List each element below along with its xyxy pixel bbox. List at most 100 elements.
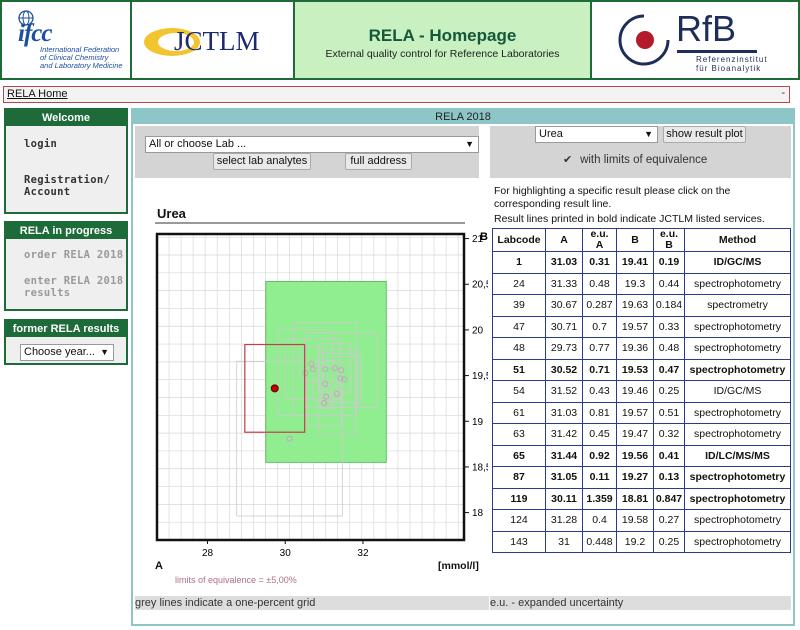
table-cell: 48 (492, 337, 546, 360)
table-row[interactable]: 119 30.11 1.359 18.81 0.847 spectrophotometry (492, 487, 791, 510)
full-address-button[interactable]: full address (345, 153, 412, 170)
table-row[interactable]: 47 30.71 0.7 19.57 0.33 spectrophotometry (492, 315, 791, 338)
table-cell: 0.92 (582, 444, 617, 467)
page-subtitle: External quality control for Reference L… (325, 48, 560, 60)
table-cell: 0.51 (653, 401, 685, 424)
table-cell: 0.43 (582, 380, 617, 403)
table-header-row: Labcode A e.u. A B e.u. B Method (492, 228, 791, 252)
col-method: Method (684, 228, 791, 252)
table-row[interactable]: 65 31.44 0.92 19.56 0.41 ID/LC/MS/MS (492, 444, 791, 467)
table-cell: 0.25 (653, 530, 685, 553)
ifcc-wordmark: ifcc (18, 20, 52, 47)
breadcrumb: RELA Home - (3, 86, 790, 103)
equivalence-note: limits of equivalence = ±5,00% (175, 575, 297, 585)
table-cell: 63 (492, 423, 546, 446)
table-cell: 1 (492, 251, 546, 274)
info-line: Result lines printed in bold indicate JC… (494, 213, 765, 225)
jctlm-logo[interactable]: JCTLM (132, 2, 295, 78)
table-cell: 0.25 (653, 380, 685, 403)
table-cell: spectrophotometry (684, 358, 791, 381)
table-cell: spectrophotometry (684, 530, 791, 553)
table-row[interactable]: 1 31.03 0.31 19.41 0.19 ID/GC/MS (492, 251, 791, 274)
table-cell: 65 (492, 444, 546, 467)
y-tick-label: 18 (472, 508, 484, 519)
table-row[interactable]: 124 31.28 0.4 19.58 0.27 spectrophotometry (492, 509, 791, 532)
table-row[interactable]: 24 31.33 0.48 19.3 0.44 spectrophotometry (492, 272, 791, 295)
table-cell: 0.448 (582, 530, 617, 553)
table-cell: 19.2 (616, 530, 654, 553)
rela-progress-panel: RELA in progress order RELA 2018 enter R… (4, 221, 128, 311)
table-cell: 143 (492, 530, 546, 553)
year-select-value: Choose year... (24, 346, 95, 358)
former-results-panel: former RELA results Choose year... ▼ (4, 319, 128, 365)
table-cell: 39 (492, 294, 546, 317)
table-cell: 19.47 (616, 423, 654, 446)
registration-link[interactable]: Registration/ Account (6, 174, 126, 198)
title-block: RELA - Homepage External quality control… (295, 2, 592, 78)
limits-checkbox-row[interactable]: ✔ with limits of equivalence (563, 154, 707, 166)
table-row[interactable]: 39 30.67 0.287 19.63 0.184 spectrometry (492, 294, 791, 317)
table-cell: 0.33 (653, 315, 685, 338)
enter-results-link[interactable]: enter RELA 2018 results (6, 275, 126, 299)
results-table: Labcode A e.u. A B e.u. B Method 1 31.03 0… (492, 228, 791, 553)
table-row[interactable]: 48 29.73 0.77 19.36 0.48 spectrophotometry (492, 337, 791, 360)
table-cell: 19.41 (616, 251, 654, 274)
show-result-plot-button[interactable]: show result plot (663, 126, 746, 143)
rela-home-link[interactable]: RELA Home (7, 88, 68, 100)
order-rela-link[interactable]: order RELA 2018 (24, 249, 126, 261)
select-lab-analytes-button[interactable]: select lab analytes (213, 153, 311, 170)
col-eu-b: e.u. B (653, 228, 685, 252)
table-cell: 30.11 (545, 487, 583, 510)
x-tick-label: 30 (280, 548, 292, 559)
rfb-logo[interactable]: RfB Referenzinstitut für Bioanalytik (592, 2, 798, 78)
result-plot[interactable]: 2830321818,51919,52020,521B (133, 222, 488, 582)
welcome-panel: Welcome login Registration/ Account (4, 108, 128, 214)
table-cell: 19.46 (616, 380, 654, 403)
table-cell: 0.81 (582, 401, 617, 424)
table-cell: 0.31 (582, 251, 617, 274)
table-row[interactable]: 51 30.52 0.71 19.53 0.47 spectrophotometry (492, 358, 791, 381)
col-b: B (616, 228, 654, 252)
table-row[interactable]: 63 31.42 0.45 19.47 0.32 spectrophotometry (492, 423, 791, 446)
breadcrumb-collapse[interactable]: - (781, 87, 785, 99)
table-row[interactable]: 54 31.52 0.43 19.46 0.25 ID/GC/MS (492, 380, 791, 403)
table-row[interactable]: 143 31 0.448 19.2 0.25 spectrophotometry (492, 530, 791, 553)
lab-select[interactable]: All or choose Lab ... ▼ (145, 136, 479, 153)
table-row[interactable]: 61 31.03 0.81 19.57 0.51 spectrophotometry (492, 401, 791, 424)
year-select[interactable]: Choose year... ▼ (20, 344, 114, 361)
x-axis-label: A (155, 560, 163, 572)
table-cell: 0.27 (653, 509, 685, 532)
table-cell: 119 (492, 487, 546, 510)
table-cell: 29.73 (545, 337, 583, 360)
table-row[interactable]: 87 31.05 0.11 19.27 0.13 spectrophotometry (492, 466, 791, 489)
table-cell: 0.48 (582, 272, 617, 295)
table-cell: 31.44 (545, 444, 583, 467)
table-cell: 31.03 (545, 251, 583, 274)
analyte-select[interactable]: Urea ▼ (535, 126, 658, 143)
y-tick-label: 19,5 (472, 371, 488, 382)
table-cell: spectrometry (684, 294, 791, 317)
enter-results-line: enter RELA 2018 (24, 275, 124, 287)
table-cell: 31.42 (545, 423, 583, 446)
rfb-wordmark: RfB (676, 8, 737, 49)
table-cell: 61 (492, 401, 546, 424)
welcome-heading: Welcome (6, 110, 126, 126)
info-line: corresponding result line. (494, 197, 612, 210)
page-header: ifcc International Federation of Clinica… (0, 0, 800, 80)
table-cell: 30.71 (545, 315, 583, 338)
checkbox-checked-icon[interactable]: ✔ (563, 155, 573, 166)
x-tick-label: 32 (357, 548, 369, 559)
limits-checkbox-label: with limits of equivalence (580, 154, 708, 166)
table-cell: spectrophotometry (684, 337, 791, 360)
table-cell: 19.53 (616, 358, 654, 381)
chevron-down-icon: ▼ (644, 129, 653, 139)
table-cell: spectrophotometry (684, 466, 791, 489)
table-cell: 31 (545, 530, 583, 553)
login-link[interactable]: login (24, 138, 126, 150)
analyte-select-value: Urea (539, 128, 563, 140)
table-cell: 0.44 (653, 272, 685, 295)
y-tick-label: 18,5 (472, 462, 488, 473)
ifcc-logo[interactable]: ifcc International Federation of Clinica… (2, 2, 132, 78)
table-cell: 18.81 (616, 487, 654, 510)
table-cell: 0.32 (653, 423, 685, 446)
